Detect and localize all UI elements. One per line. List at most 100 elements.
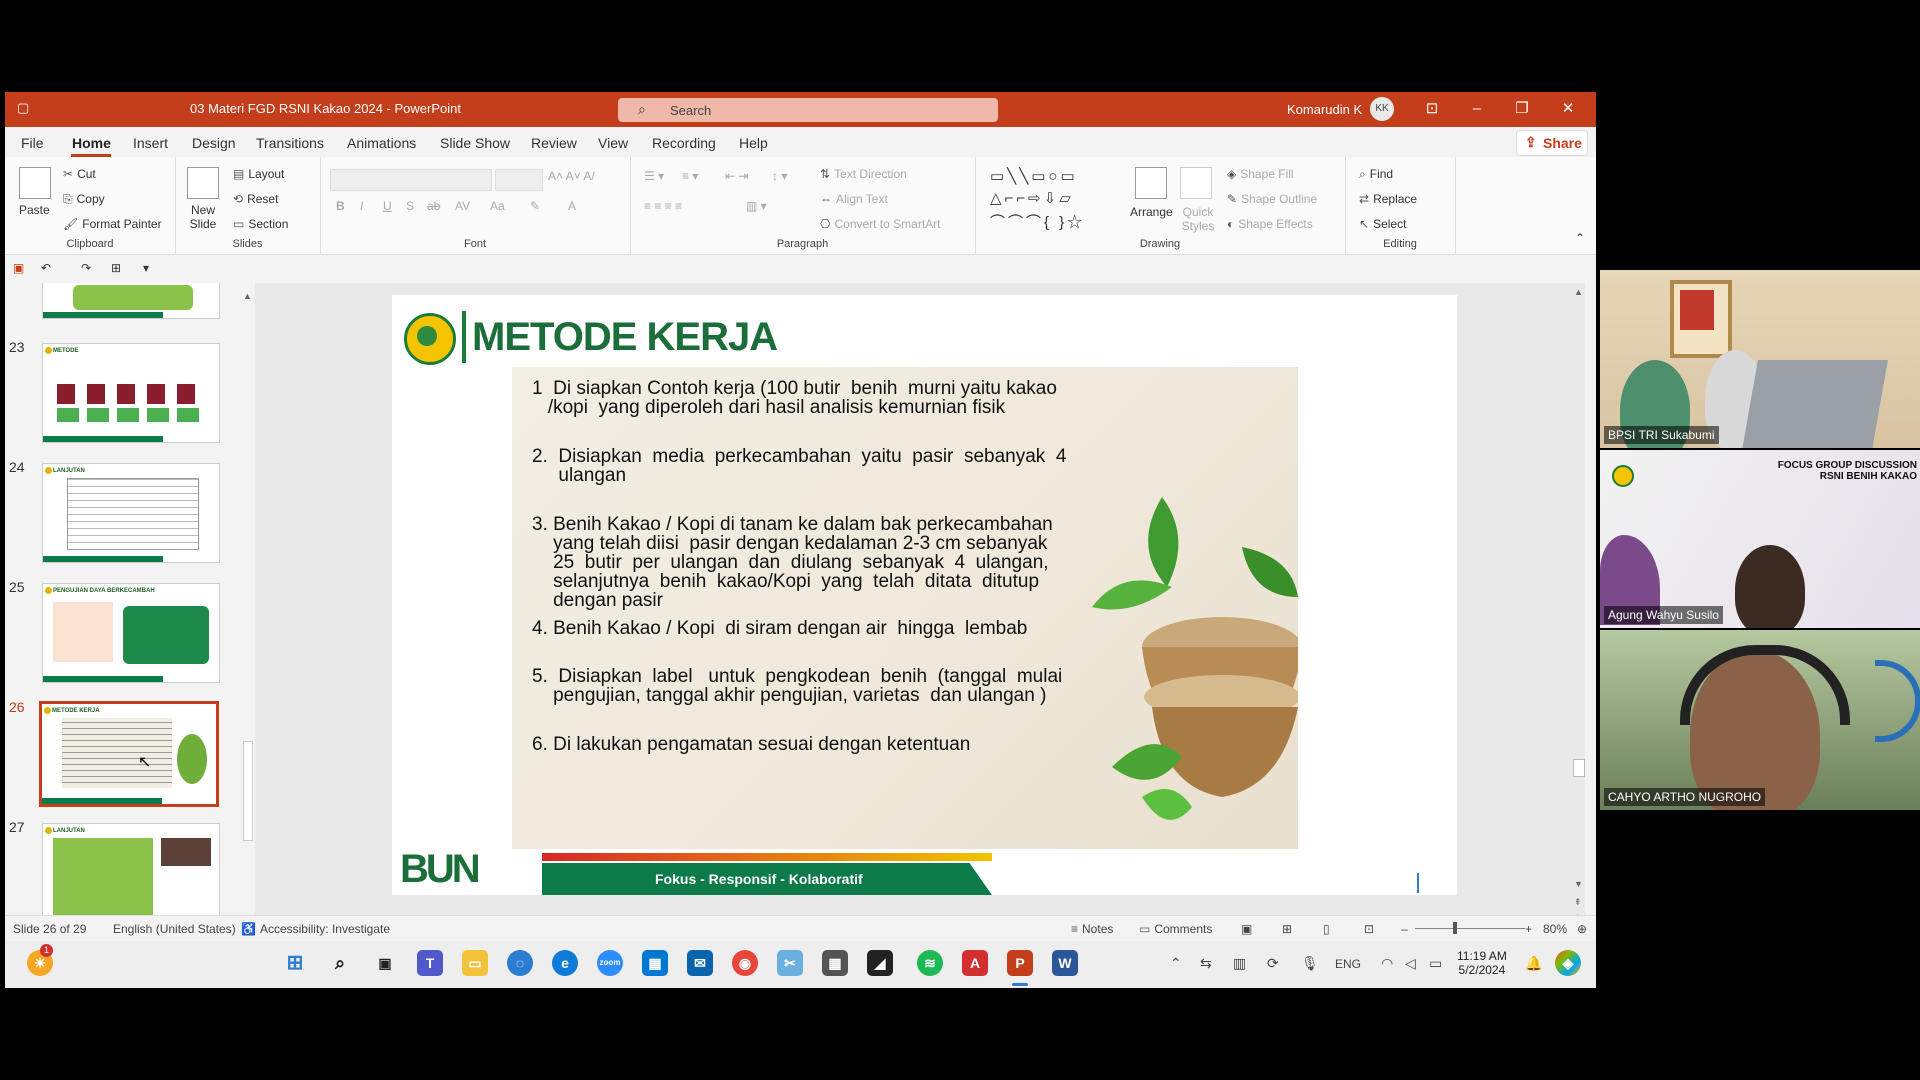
accessibility-status[interactable]: ♿ Accessibility: Investigate [241, 922, 390, 936]
zoom-in-icon[interactable]: + [1525, 922, 1532, 936]
reading-view-icon[interactable]: ▯ [1323, 922, 1330, 936]
slide-thumbnail-25[interactable]: PENGUJIAN DAYA BERKECAMBAH [42, 583, 220, 683]
search-icon[interactable]: ⌕ [327, 950, 353, 976]
align-icon[interactable]: ≡ ≡ ≡ ≡ [644, 199, 682, 213]
zoom-app-icon[interactable]: zoom [597, 950, 623, 976]
copilot-icon[interactable]: ◈ [1555, 950, 1581, 976]
start-icon[interactable]: ⊞ [282, 950, 308, 976]
cut-button[interactable]: ✂ Cut [63, 167, 96, 181]
replace-button[interactable]: ⇄ Replace [1359, 192, 1417, 206]
tab-view[interactable]: View [598, 135, 628, 151]
strikethrough-icon[interactable]: ab [427, 199, 440, 213]
convert-smartart-button[interactable]: ⎔ Convert to SmartArt [820, 217, 941, 231]
undo-icon[interactable]: ↶ [41, 261, 51, 275]
scroll-down-icon[interactable]: ▼ [1574, 879, 1583, 889]
spotify-icon[interactable]: ≋ [917, 950, 943, 976]
slideshow-view-icon[interactable]: ⊡ [1364, 922, 1374, 936]
participant-tile[interactable]: CAHYO ARTHO NUGROHO [1600, 630, 1920, 810]
normal-view-icon[interactable]: ▣ [1241, 922, 1252, 936]
user-name[interactable]: Komarudin K [1287, 102, 1362, 117]
tab-transitions[interactable]: Transitions [256, 135, 324, 151]
show-hidden-icons-icon[interactable]: ⌃ [1170, 955, 1182, 972]
fit-slide-icon[interactable]: ⊕ [1577, 922, 1587, 936]
select-button[interactable]: ↖ Select [1359, 217, 1406, 231]
content-box[interactable]: 1 Di siapkan Contoh kerja (100 butir ben… [512, 367, 1298, 849]
arrange-button[interactable]: Arrange [1130, 205, 1173, 219]
acrobat-icon[interactable]: A [962, 950, 988, 976]
slide-sorter-icon[interactable]: ⊞ [1282, 922, 1292, 936]
collapse-ribbon-icon[interactable]: ⌃ [1575, 231, 1585, 245]
tab-review[interactable]: Review [531, 135, 577, 151]
grow-font-icon[interactable]: A˄ A˅ A/ [548, 169, 595, 183]
minimize-icon[interactable]: – [1462, 98, 1492, 120]
columns-icon[interactable]: ▥ ▾ [746, 199, 767, 213]
sticky-notes-icon[interactable]: ◢ [867, 950, 893, 976]
customize-qat-icon[interactable]: ▾ [143, 261, 149, 275]
zoom-slider[interactable] [1415, 928, 1525, 929]
teams-icon[interactable]: T [417, 950, 443, 976]
layout-button[interactable]: ▤ Layout [233, 167, 284, 181]
slide-title[interactable]: METODE KERJA [472, 315, 778, 360]
numbering-icon[interactable]: ≡ ▾ [682, 169, 698, 183]
thumbnail-scrollbar[interactable]: ▲ ▼ [241, 291, 253, 941]
redo-icon[interactable]: ↷ [81, 261, 91, 275]
word-icon[interactable]: W [1052, 950, 1078, 976]
tab-animations[interactable]: Animations [347, 135, 416, 151]
section-button[interactable]: ▭ Section [233, 217, 288, 231]
font-name-field[interactable] [330, 169, 492, 191]
snipping-tool-icon[interactable]: ✂ [777, 950, 803, 976]
share-button[interactable]: ⇪ Share [1516, 130, 1588, 156]
participant-tile[interactable]: BPSI TRI Sukabumi [1600, 270, 1920, 448]
slide-canvas[interactable]: METODE KERJA 1 Di siapkan Contoh kerja (… [392, 295, 1457, 895]
copy-button[interactable]: ⎘ Copy [63, 192, 105, 207]
restore-icon[interactable]: ❐ [1507, 98, 1537, 120]
paste-button[interactable]: Paste [19, 203, 50, 217]
slide-thumbnail-23[interactable]: METODE [42, 343, 220, 443]
format-painter-button[interactable]: 🖌 Format Painter [63, 217, 162, 231]
bullets-icon[interactable]: ☰ ▾ [644, 169, 664, 183]
store-icon[interactable]: ▦ [642, 950, 668, 976]
shapes-gallery-row2[interactable]: △⌐⌐⇨⇩▱ [990, 189, 1074, 207]
notes-button[interactable]: ≡ Notes [1071, 922, 1113, 936]
tab-insert[interactable]: Insert [133, 135, 168, 151]
tab-file[interactable]: File [21, 135, 44, 151]
tab-slide-show[interactable]: Slide Show [440, 135, 510, 151]
new-slide-button[interactable]: New Slide [183, 203, 223, 231]
edge-icon[interactable]: e [552, 950, 578, 976]
shape-fill-button[interactable]: ◈ Shape Fill [1227, 167, 1294, 181]
comments-button[interactable]: ▭ Comments [1139, 922, 1212, 936]
chart-tray-icon[interactable]: ▥ [1233, 955, 1246, 972]
tab-design[interactable]: Design [192, 135, 236, 151]
slide-thumbnail-22[interactable] [42, 283, 220, 319]
bold-icon[interactable]: B [336, 199, 345, 213]
tab-home[interactable]: Home [72, 135, 111, 151]
file-explorer-icon[interactable]: ▭ [462, 950, 488, 976]
battery-icon[interactable]: ▭ [1429, 955, 1442, 972]
slide-thumbnail-24[interactable]: LANJUTAN [42, 463, 220, 563]
input-language[interactable]: ENG [1335, 957, 1361, 971]
scroll-up-icon[interactable]: ▲ [1574, 287, 1583, 297]
highlight-icon[interactable]: ✎ [530, 199, 540, 213]
shapes-gallery[interactable]: ▭╲╲▭○▭ [990, 167, 1078, 185]
calculator-icon[interactable]: ▦ [822, 950, 848, 976]
search-box[interactable]: ⌕ Search [618, 98, 998, 122]
shape-outline-button[interactable]: ✎ Shape Outline [1227, 192, 1317, 206]
tab-help[interactable]: Help [739, 135, 768, 151]
text-direction-button[interactable]: ⇅ Text Direction [820, 167, 907, 181]
font-color-icon[interactable]: A [568, 199, 576, 213]
underline-icon[interactable]: U [383, 199, 392, 213]
italic-icon[interactable]: I [360, 199, 363, 213]
spacing-icon[interactable]: AV [455, 199, 470, 213]
scrollbar-thumb[interactable] [243, 741, 253, 841]
mail-icon[interactable]: ✉ [687, 950, 713, 976]
task-view-icon[interactable]: ▣ [372, 950, 398, 976]
reset-button[interactable]: ⟲ Reset [233, 192, 278, 206]
participant-tile[interactable]: FOCUS GROUP DISCUSSION RSNI BENIH KAKAO … [1600, 450, 1920, 628]
shapes-gallery-row3[interactable]: ⌒⌒⌒{ }☆ [990, 211, 1085, 232]
autosave-icon[interactable]: ▢ [17, 100, 29, 116]
volume-icon[interactable]: ◁ [1405, 955, 1416, 972]
zoom-slider-thumb[interactable] [1453, 922, 1457, 934]
tab-recording[interactable]: Recording [652, 135, 716, 151]
shape-effects-button[interactable]: ◐ Shape Effects [1227, 217, 1313, 231]
prev-slide-icon[interactable]: ⇞ [1574, 897, 1582, 908]
